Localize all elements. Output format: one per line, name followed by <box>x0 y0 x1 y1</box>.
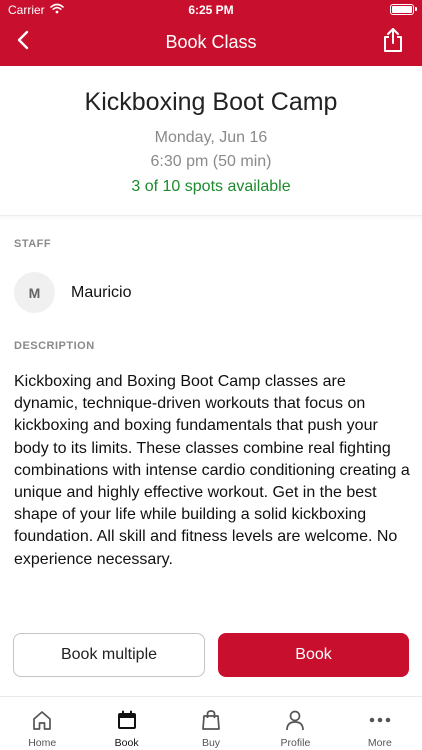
class-date: Monday, Jun 16 <box>154 129 268 146</box>
tab-home[interactable]: Home <box>0 697 84 750</box>
staff-row[interactable]: M Mauricio <box>14 272 131 313</box>
status-time: 6:25 PM <box>188 3 234 17</box>
shopping-bag-icon <box>200 708 222 732</box>
more-dots-icon <box>368 708 392 732</box>
staff-section-label: STAFF <box>14 238 52 250</box>
description-section-label: DESCRIPTION <box>14 340 95 352</box>
book-button[interactable]: Book <box>218 633 409 677</box>
tab-home-label: Home <box>28 737 57 749</box>
tab-more[interactable]: More <box>338 697 422 750</box>
share-icon <box>382 27 404 58</box>
class-name: Kickboxing Boot Camp <box>84 88 338 116</box>
nav-bar: Book Class <box>0 20 422 66</box>
class-description: Kickboxing and Boxing Boot Camp classes … <box>14 373 410 568</box>
tab-profile-label: Profile <box>280 737 311 749</box>
tab-book[interactable]: Book <box>84 697 168 750</box>
tab-profile[interactable]: Profile <box>253 697 337 750</box>
person-icon <box>284 708 306 732</box>
tab-bar: Home Book Buy Profile More <box>0 696 422 750</box>
calendar-icon <box>116 708 138 732</box>
avatar: M <box>14 272 55 313</box>
share-button[interactable] <box>378 26 408 58</box>
tab-buy-label: Buy <box>201 737 221 749</box>
page-title: Book Class <box>165 32 257 52</box>
book-multiple-button[interactable]: Book multiple <box>13 633 205 677</box>
tab-buy[interactable]: Buy <box>169 697 253 750</box>
spots-available: 3 of 10 spots available <box>131 178 291 195</box>
battery-icon <box>390 4 417 15</box>
home-icon <box>31 708 53 732</box>
tab-more-label: More <box>367 737 392 749</box>
staff-name: Mauricio <box>71 283 132 301</box>
status-bar: Carrier 6:25 PM <box>0 0 422 20</box>
class-header: Kickboxing Boot Camp Monday, Jun 16 6:30… <box>0 66 422 216</box>
tab-book-label: Book <box>114 737 139 749</box>
class-time: 6:30 pm (50 min) <box>150 153 272 170</box>
